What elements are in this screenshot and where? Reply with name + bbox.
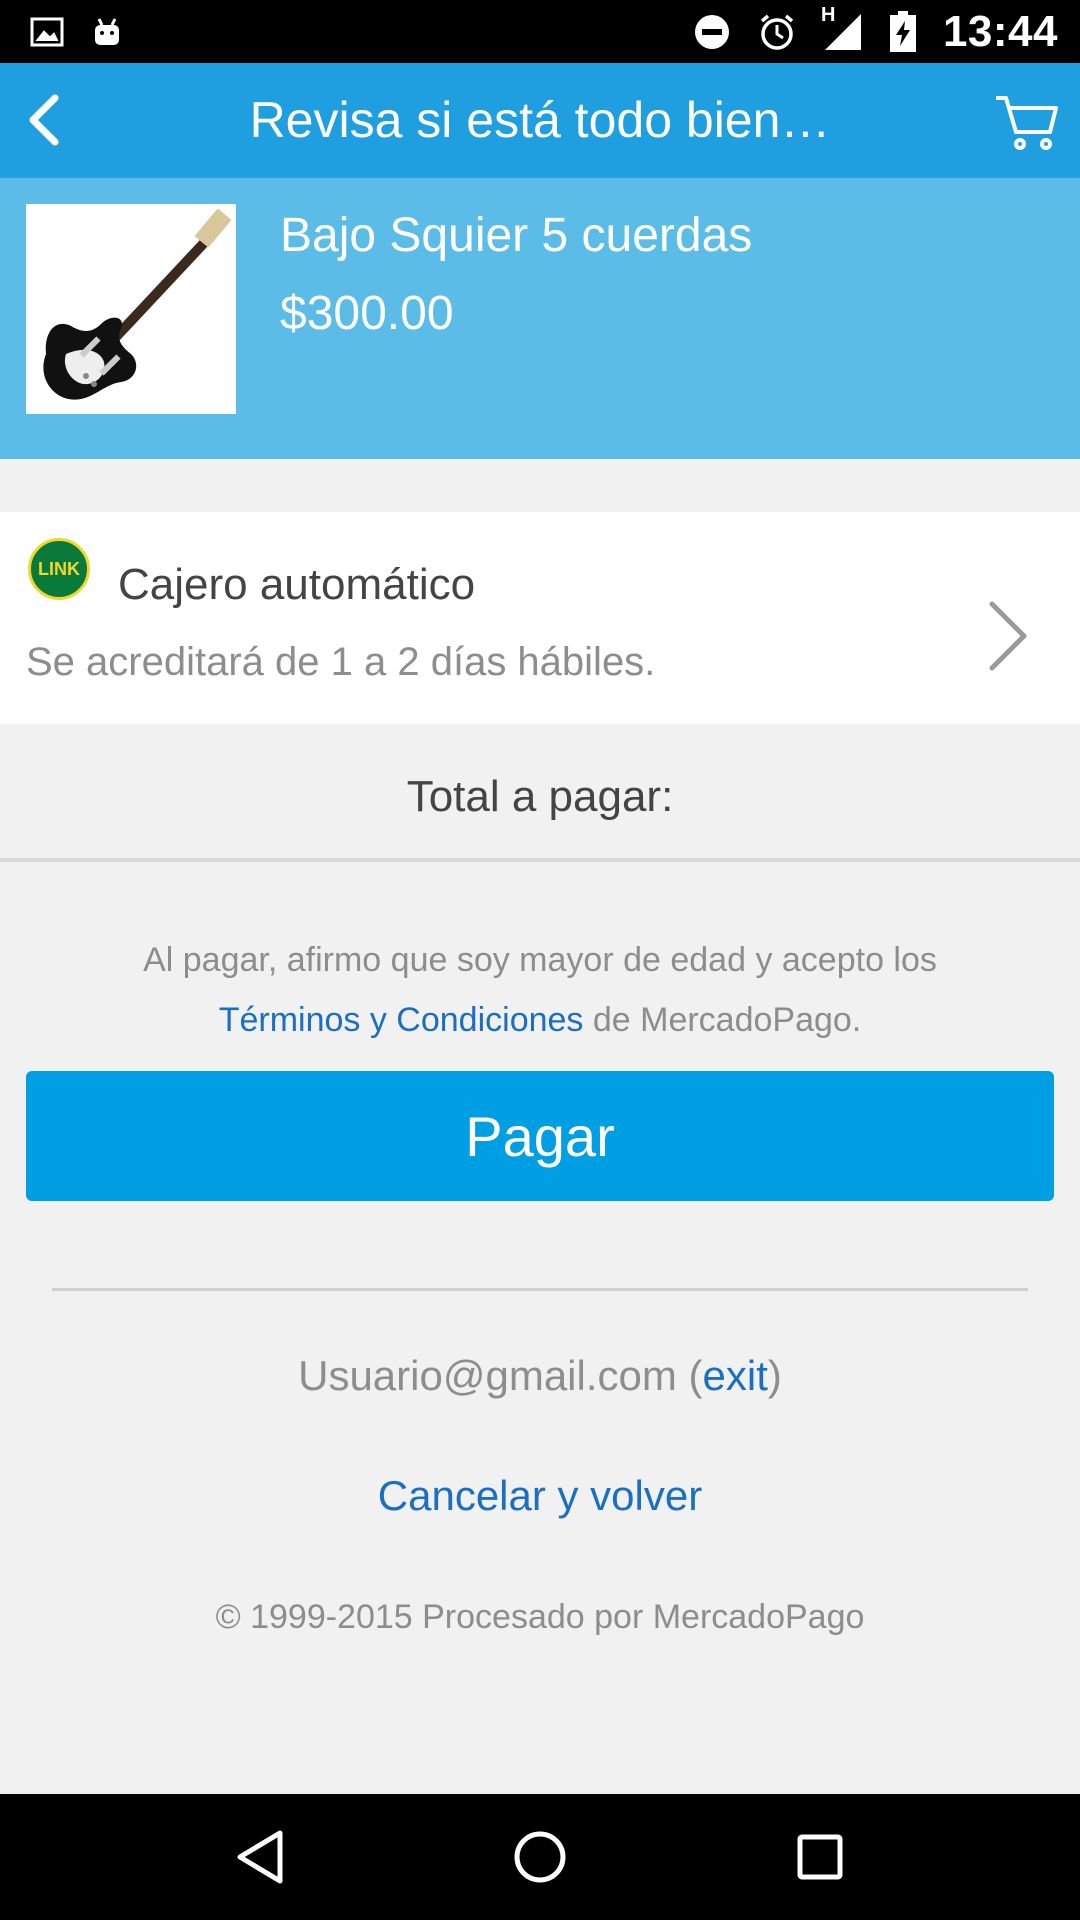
user-info: Usuario@gmail.com (exit) [0,1352,1080,1400]
link-logo-text: LINK [38,558,80,579]
page-title: Revisa si está todo bien… [249,92,831,148]
battery-charging-icon [889,10,917,53]
product-price: $300.00 [280,287,454,340]
cart-icon[interactable] [994,88,1060,154]
divider [0,858,1080,862]
bass-guitar-image [26,204,236,414]
recents-nav-icon[interactable] [780,1817,860,1897]
product-name: Bajo Squier 5 cuerdas [280,209,753,262]
cancel-link[interactable]: Cancelar y volver [0,1472,1080,1520]
exit-link[interactable]: exit [703,1352,768,1399]
terms-prefix: Al pagar, afirmo que soy mayor de edad y… [143,941,937,979]
chevron-right-icon [978,576,1038,680]
terms-suffix: de MercadoPago. [583,1001,862,1039]
image-icon [30,15,64,49]
alarm-icon [757,12,797,52]
home-nav-icon[interactable] [500,1817,580,1897]
terms-link[interactable]: Términos y Condiciones [219,1001,584,1039]
do-not-disturb-icon [693,13,731,51]
pay-button[interactable]: Pagar [26,1071,1054,1201]
toolbar: Revisa si está todo bien… [0,63,1080,178]
status-bar: H 13:44 [0,0,1080,63]
paren-open: ( [676,1352,703,1399]
navigation-bar [0,1794,1080,1920]
screen: H 13:44 Revisa si está todo bien… Bajo S… [0,0,1080,1920]
divider [52,1288,1028,1291]
network-label: H [820,3,836,26]
payment-method-label: Cajero automático [118,560,476,609]
user-email: Usuario@gmail.com [298,1352,677,1399]
status-time: 13:44 [942,6,1058,56]
payment-method-subtitle: Se acreditará de 1 a 2 días hábiles. [26,640,656,684]
payment-method-row[interactable]: LINK Cajero automático Se acreditará de … [0,512,1080,724]
link-logo: LINK [28,538,90,600]
footer-text: © 1999-2015 Procesado por MercadoPago [215,1598,865,1636]
product-summary: Bajo Squier 5 cuerdas $300.00 [0,178,1080,459]
paren-close: ) [767,1352,782,1399]
terms-text: Al pagar, afirmo que soy mayor de edad y… [60,930,1020,1050]
back-nav-icon[interactable] [220,1817,300,1897]
total-label: Total a pagar: [406,772,674,821]
signal-icon: H [821,4,863,52]
android-icon [90,15,124,49]
